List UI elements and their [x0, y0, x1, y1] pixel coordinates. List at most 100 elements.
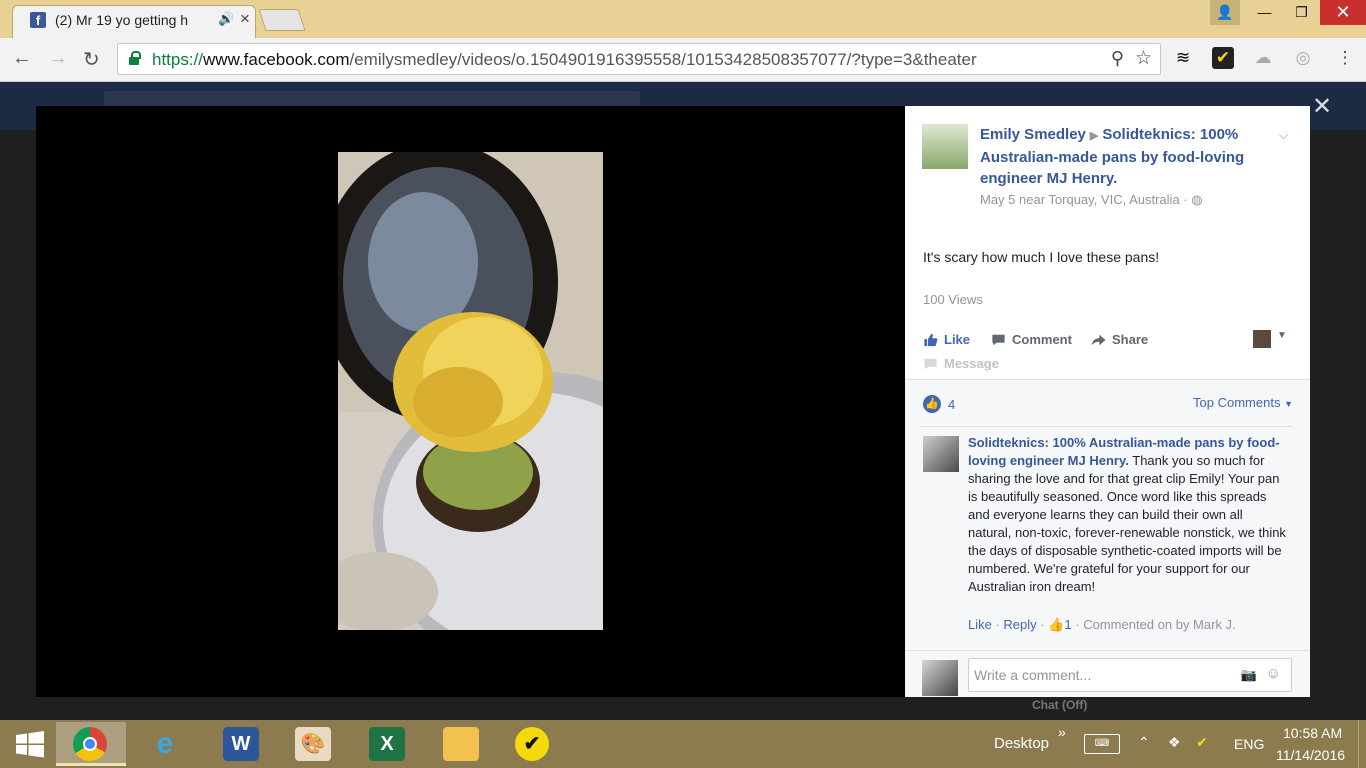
composer-avatar — [922, 660, 958, 696]
post-meta-text[interactable]: May 5 near Torquay, VIC, Australia · — [980, 192, 1188, 207]
close-tab-icon[interactable]: × — [240, 9, 250, 29]
public-globe-icon: ◍ — [1191, 192, 1203, 207]
audio-playing-icon[interactable]: 🔊 — [218, 11, 234, 27]
zoom-icon[interactable]: ⚲ — [1111, 48, 1124, 69]
norton-tray-icon[interactable]: ✔ — [1196, 734, 1208, 751]
start-button[interactable] — [0, 720, 60, 768]
facebook-favicon-icon: f — [30, 12, 46, 28]
taskbar-file-explorer[interactable] — [426, 722, 496, 766]
forward-arrow-icon[interactable]: → — [48, 47, 68, 70]
browser-toolbar: ← → ↻ https://www.facebook.com/emilysmed… — [0, 38, 1366, 82]
bookmark-star-icon[interactable]: ☆ — [1135, 47, 1152, 70]
show-desktop-button[interactable] — [1358, 720, 1366, 768]
cloud-extension-icon[interactable]: ☁ — [1252, 47, 1274, 69]
comment-text: Thank you so much for sharing the love a… — [968, 453, 1286, 594]
word-icon: W — [223, 727, 259, 761]
maximize-button[interactable]: ❐ — [1283, 0, 1320, 25]
comment-footer: Like · Reply · 👍1 · Commented on by Mark… — [968, 617, 1236, 632]
comment-button[interactable]: Comment — [991, 332, 1072, 347]
post-as-avatar[interactable] — [1253, 330, 1271, 348]
comment-input[interactable]: Write a comment... 📷 ☺ — [968, 658, 1292, 692]
share-button[interactable]: Share — [1091, 332, 1148, 347]
video-frame-image — [338, 152, 603, 630]
taskbar-word[interactable]: W — [206, 722, 276, 766]
comment-input-placeholder: Write a comment... — [974, 667, 1092, 683]
comment-body: Solidteknics: 100% Australian-made pans … — [968, 434, 1286, 596]
reaction-count: 4 — [948, 396, 956, 412]
layers-extension-icon[interactable]: ≋ — [1172, 47, 1194, 69]
share-arrow-icon — [1091, 334, 1106, 345]
taskbar-excel[interactable]: X — [352, 722, 422, 766]
comments-divider — [921, 426, 1292, 427]
back-arrow-icon[interactable]: ← — [12, 47, 32, 70]
message-icon — [924, 358, 937, 369]
address-bar[interactable]: https://www.facebook.com/emilysmedley/vi… — [117, 43, 1161, 75]
commented-on-text: · Commented on by Mark J. — [1075, 617, 1236, 632]
post-author-link[interactable]: Emily Smedley — [980, 126, 1086, 143]
comment-author-avatar[interactable] — [923, 436, 959, 472]
browser-tab-active[interactable]: f (2) Mr 19 yo getting h 🔊 × — [12, 5, 256, 38]
video-theater — [36, 106, 905, 697]
excel-icon: X — [369, 727, 405, 761]
show-hidden-icons[interactable]: ⌃ — [1138, 734, 1150, 751]
folder-icon — [443, 727, 479, 761]
post-header: Emily Smedley ▶ Solidteknics: 100% Austral… — [980, 124, 1280, 189]
comment-icon — [992, 334, 1005, 345]
comment-like-link[interactable]: Like — [968, 617, 992, 632]
windows-taskbar: e W 🎨 X ✔ Desktop » ⌨ ⌃ ❖ ✔ ENG 10:58 AM… — [0, 720, 1366, 768]
clock-time[interactable]: 10:58 AM — [1283, 725, 1342, 741]
post-meta: May 5 near Torquay, VIC, Australia · ◍ — [980, 192, 1203, 208]
taskbar-chrome[interactable] — [56, 722, 126, 766]
paint-palette-icon: 🎨 — [295, 727, 331, 761]
like-button[interactable]: Like — [923, 332, 970, 347]
window-controls: 👤 — ❐ ✕ — [1210, 0, 1366, 26]
post-as-dropdown-icon[interactable]: ▼ — [1277, 330, 1287, 341]
chrome-icon — [73, 727, 107, 761]
comment-composer: Write a comment... 📷 ☺ — [905, 650, 1310, 697]
comment-like-icon: 👍 — [1048, 617, 1065, 632]
profile-icon[interactable]: 👤 — [1210, 0, 1240, 25]
post-text: It's scary how much I love these pans! — [923, 249, 1160, 265]
like-reaction-icon: 👍 — [923, 395, 941, 413]
post-actions: Like Comment Share — [923, 332, 1293, 352]
taskbar-internet-explorer[interactable]: e — [130, 722, 200, 766]
message-button[interactable]: Message — [923, 356, 999, 371]
windows-logo-icon — [16, 731, 44, 758]
post-author-avatar[interactable] — [922, 124, 968, 169]
reaction-summary[interactable]: 👍 4 — [923, 395, 955, 413]
language-indicator[interactable]: ENG — [1234, 736, 1264, 752]
norton-icon: ✔ — [515, 727, 549, 761]
chat-off-label[interactable]: Chat (Off) — [1032, 698, 1087, 712]
dropbox-icon[interactable]: ❖ — [1168, 734, 1181, 751]
shared-to-arrow-icon: ▶ — [1089, 130, 1099, 142]
desktop-toolbar-label[interactable]: Desktop — [994, 735, 1049, 752]
toolbar-expand-icon[interactable]: » — [1058, 724, 1066, 740]
taskbar-paint[interactable]: 🎨 — [278, 722, 348, 766]
reload-icon[interactable]: ↻ — [83, 47, 100, 72]
view-count: 100 Views — [923, 292, 983, 307]
comments-section: 👍 4 Top Comments ▼ Solidteknics: 100% Au… — [905, 380, 1310, 650]
close-theater-icon[interactable]: ✕ — [1312, 92, 1332, 121]
norton-extension-icon[interactable]: ✔ — [1212, 47, 1234, 69]
thumbs-up-icon — [924, 333, 938, 346]
tab-title: (2) Mr 19 yo getting h — [55, 12, 189, 28]
post-side-panel: Emily Smedley ▶ Solidteknics: 100% Austral… — [905, 106, 1310, 697]
chrome-menu-icon[interactable]: ⋮ — [1334, 47, 1356, 69]
sort-caret-icon: ▼ — [1284, 399, 1293, 409]
clock-date[interactable]: 11/14/2016 — [1276, 747, 1345, 763]
secure-lock-icon — [129, 51, 141, 65]
new-tab-button[interactable] — [258, 9, 306, 31]
close-window-button[interactable]: ✕ — [1320, 0, 1366, 25]
circle-extension-icon[interactable]: ◎ — [1292, 47, 1314, 69]
emoji-icon[interactable]: ☺ — [1266, 665, 1281, 682]
camera-icon[interactable]: 📷 — [1241, 667, 1257, 683]
minimize-button[interactable]: — — [1246, 0, 1283, 25]
url-text: https://www.facebook.com/emilysmedley/vi… — [152, 50, 977, 69]
taskbar-norton[interactable]: ✔ — [498, 722, 568, 766]
comment-reply-link[interactable]: Reply — [1003, 617, 1036, 632]
video-player[interactable] — [338, 152, 603, 630]
post-options-chevron-icon[interactable]: ⌵ — [1279, 128, 1288, 143]
comment-like-count[interactable]: 👍1 — [1048, 617, 1071, 632]
comment-sort-dropdown[interactable]: Top Comments ▼ — [1193, 395, 1293, 410]
touch-keyboard-icon[interactable]: ⌨ — [1084, 734, 1120, 754]
